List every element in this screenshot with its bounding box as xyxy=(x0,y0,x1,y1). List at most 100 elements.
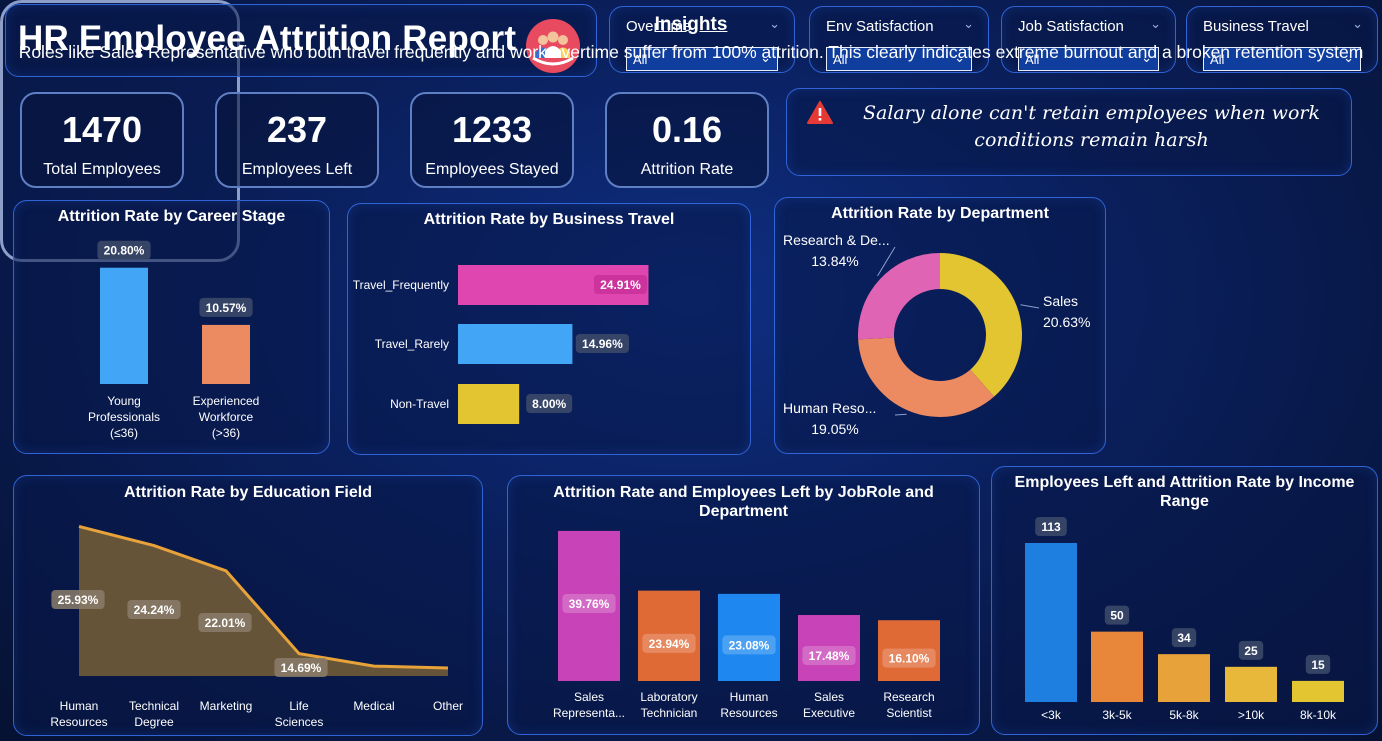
education-tick-label: Resources xyxy=(50,715,107,729)
jobrole-tick-label: Resources xyxy=(720,706,777,720)
career-data-label: 20.80% xyxy=(104,244,145,258)
jobrole-tick-label: Research xyxy=(883,690,934,704)
jobrole-data-label: 17.48% xyxy=(809,649,850,663)
education-tick-label: Other xyxy=(433,699,463,713)
income-tick-label: >10k xyxy=(1238,708,1265,722)
business-travel-chart: Attrition Rate by Business Travel Travel… xyxy=(347,203,751,455)
income-bar xyxy=(1292,680,1344,702)
department-value-label: 13.84% xyxy=(811,253,858,269)
travel-bar xyxy=(458,384,520,424)
kpi-employees-stayed: 1233 Employees Stayed xyxy=(410,92,574,188)
career-tick-label: (≤36) xyxy=(110,426,138,440)
career-stage-chart: Attrition Rate by Career Stage 20.80% You… xyxy=(13,200,330,454)
quote-text: Salary alone can't retain employees when… xyxy=(863,102,1320,151)
income-tick-label: 5k-8k xyxy=(1169,708,1199,722)
department-leader-line xyxy=(1020,304,1040,309)
career-bar xyxy=(202,324,250,384)
education-field-plot: 25.93% 24.24% 22.01% 14.69% Human Resources Te… xyxy=(50,524,463,729)
jobrole-chart: Attrition Rate and Employees Left by Job… xyxy=(507,475,980,735)
kpi-employees-left: 237 Employees Left xyxy=(215,92,379,188)
income-data-label: 50 xyxy=(1110,609,1124,623)
travel-tick-label: Non-Travel xyxy=(390,397,449,411)
jobrole-tick-label: Laboratory xyxy=(640,690,697,704)
travel-tick-label: Travel_Rarely xyxy=(375,337,449,351)
kpi-label: Employees Left xyxy=(241,161,353,178)
income-data-label: 113 xyxy=(1041,520,1061,534)
kpi-attrition-rate: 0.16 Attrition Rate xyxy=(605,92,769,188)
education-tick-label: Life xyxy=(289,699,309,713)
income-range-chart: Employees Left and Attrition Rate by Inc… xyxy=(991,466,1378,735)
income-data-label: 15 xyxy=(1311,658,1325,672)
career-tick-label: Professionals xyxy=(88,410,160,424)
kpi-value: 1233 xyxy=(451,109,533,150)
kpi-label: Total Employees xyxy=(43,161,161,178)
income-tick-label: 3k-5k xyxy=(1102,708,1132,722)
income-range-plot: 113 <3k 50 3k-5k 34 5k-8k 25 >10k 15 8k-10k xyxy=(1025,517,1344,722)
education-tick-label: Degree xyxy=(134,715,174,729)
education-tick-label: Technical xyxy=(129,699,179,713)
business-travel-plot: Travel_Frequently 24.91% Travel_Rarely 14.9… xyxy=(353,265,649,424)
department-value-label: 20.63% xyxy=(1043,314,1090,330)
income-data-label: 25 xyxy=(1244,644,1258,658)
education-tick-label: Human xyxy=(60,699,99,713)
insights-text: Roles like Sales Representative who both… xyxy=(18,42,1364,62)
education-data-label: 24.24% xyxy=(134,603,175,617)
kpi-label: Employees Stayed xyxy=(425,161,559,178)
kpi-label: Attrition Rate xyxy=(640,161,734,178)
career-stage-plot: 20.80% Young Professionals (≤36) 10.57% Exper… xyxy=(88,240,260,440)
education-data-label: 25.93% xyxy=(58,593,99,607)
jobrole-tick-label: Representa... xyxy=(553,706,625,720)
career-tick-label: (>36) xyxy=(212,426,240,440)
department-leader-line xyxy=(894,413,907,416)
jobrole-tick-label: Scientist xyxy=(886,706,932,720)
insights-title: Insights xyxy=(654,14,728,35)
department-category-label: Sales xyxy=(1043,293,1078,309)
jobrole-data-label: 16.10% xyxy=(889,652,930,666)
department-slice xyxy=(858,253,940,340)
warning-icon xyxy=(807,101,833,124)
education-tick-label: Marketing xyxy=(200,699,253,713)
income-data-label: 34 xyxy=(1177,631,1191,645)
income-bar xyxy=(1158,654,1210,702)
kpi-value: 1470 xyxy=(61,109,143,150)
education-tick-label: Sciences xyxy=(275,715,324,729)
jobrole-tick-label: Executive xyxy=(803,706,855,720)
education-tick-label: Medical xyxy=(353,699,394,713)
education-data-label: 22.01% xyxy=(205,616,246,630)
jobrole-data-label: 23.94% xyxy=(649,637,690,651)
travel-data-label: 24.91% xyxy=(600,278,641,292)
department-plot: Sales 20.63% Human Reso... 19.05% Research &… xyxy=(783,232,1090,437)
department-value-label: 19.05% xyxy=(811,421,858,437)
education-data-label: 14.69% xyxy=(281,661,322,675)
jobrole-data-label: 39.76% xyxy=(569,597,610,611)
career-tick-label: Workforce xyxy=(199,410,254,424)
travel-bar xyxy=(458,324,573,364)
career-tick-label: Young xyxy=(107,394,141,408)
department-chart: Attrition Rate by Department Sales 20.63%… xyxy=(774,197,1106,454)
jobrole-tick-label: Human xyxy=(730,690,769,704)
travel-tick-label: Travel_Frequently xyxy=(353,278,449,292)
jobrole-tick-label: Sales xyxy=(574,690,604,704)
travel-data-label: 14.96% xyxy=(582,337,623,351)
career-bar xyxy=(100,267,148,384)
jobrole-data-label: 23.08% xyxy=(729,638,770,652)
department-slice xyxy=(858,337,995,417)
career-tick-label: Experienced xyxy=(193,394,260,408)
jobrole-tick-label: Sales xyxy=(814,690,844,704)
kpi-value: 237 xyxy=(266,109,328,150)
department-category-label: Human Reso... xyxy=(783,400,876,416)
income-bar xyxy=(1225,666,1277,702)
jobrole-tick-label: Technician xyxy=(641,706,698,720)
travel-data-label: 8.00% xyxy=(532,397,566,411)
income-tick-label: 8k-10k xyxy=(1300,708,1337,722)
kpi-value: 0.16 xyxy=(651,109,723,150)
income-bar xyxy=(1091,631,1143,702)
education-field-chart: Attrition Rate by Education Field 25.93%… xyxy=(13,475,483,736)
quote-panel: Salary alone can't retain employees when… xyxy=(786,88,1352,176)
income-tick-label: <3k xyxy=(1041,708,1062,722)
jobrole-plot: 39.76% Sales Representa... 23.94% Laboratory… xyxy=(553,530,940,720)
career-data-label: 10.57% xyxy=(206,301,247,315)
kpi-total-employees: 1470 Total Employees xyxy=(20,92,184,188)
department-slice xyxy=(940,253,1022,397)
department-category-label: Research & De... xyxy=(783,232,890,248)
